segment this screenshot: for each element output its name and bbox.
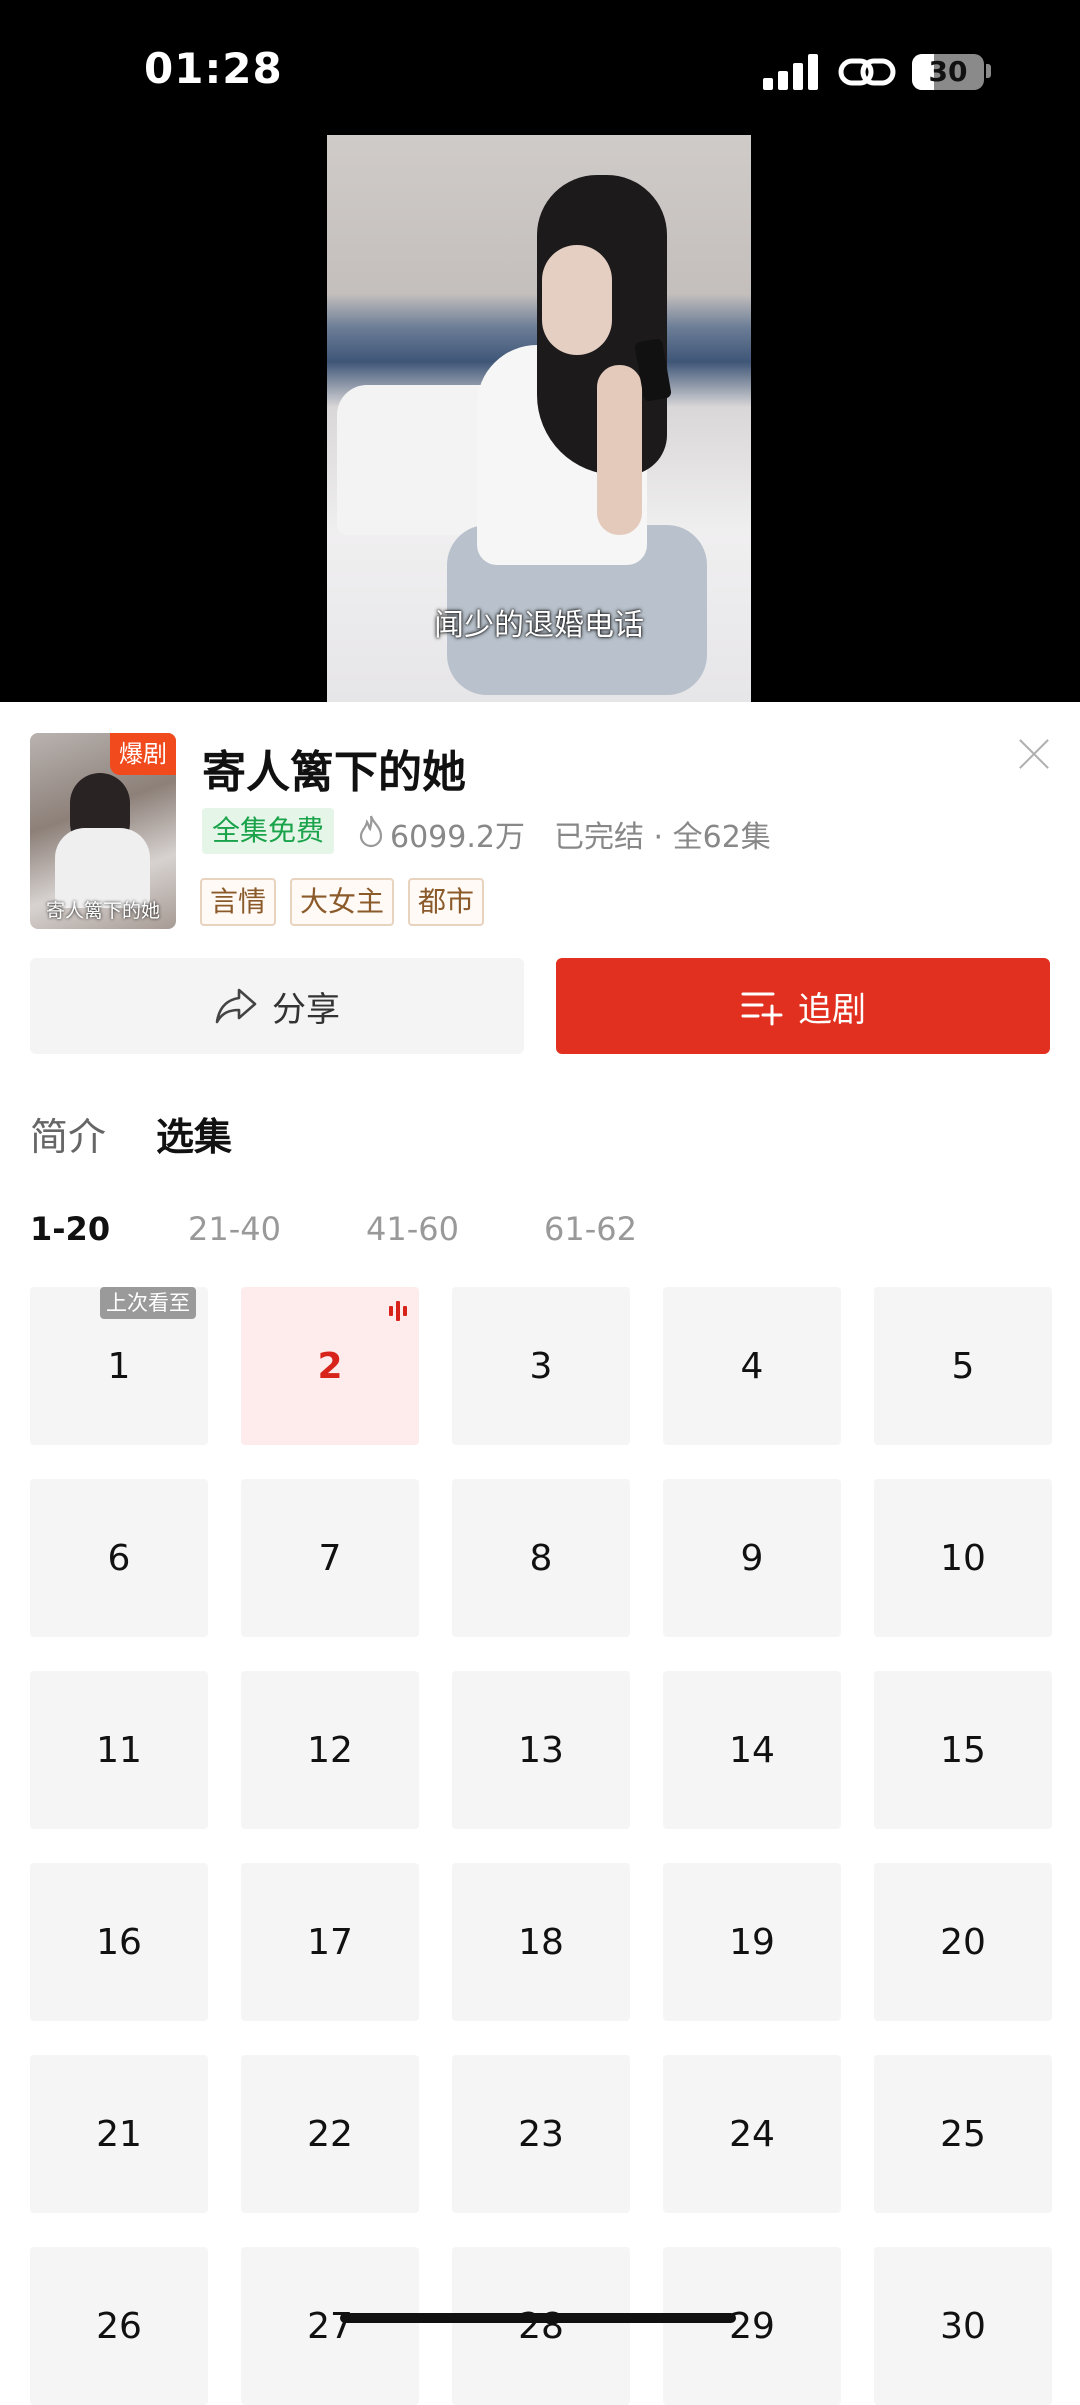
range-tab-1-20[interactable]: 1-20 <box>30 1210 110 1248</box>
episode-cell[interactable]: 21 <box>30 2055 208 2213</box>
episode-number: 9 <box>740 1537 764 1579</box>
range-tab-21-40[interactable]: 21-40 <box>188 1210 281 1248</box>
close-icon[interactable] <box>1014 734 1054 774</box>
episode-number: 3 <box>529 1345 553 1387</box>
episode-number: 8 <box>529 1537 553 1579</box>
episode-cell[interactable]: 8 <box>452 1479 630 1637</box>
episode-number: 19 <box>729 1921 775 1963</box>
episode-cell[interactable]: 26 <box>30 2247 208 2405</box>
tab-intro[interactable]: 简介 <box>30 1106 106 1161</box>
episode-cell[interactable]: 18 <box>452 1863 630 2021</box>
episode-number: 27 <box>307 2305 353 2347</box>
episode-cell[interactable]: 3 <box>452 1287 630 1445</box>
episode-cell[interactable]: 22 <box>241 2055 419 2213</box>
episode-number: 21 <box>96 2113 142 2155</box>
video-figure-face <box>542 245 612 355</box>
episode-status: 已完结 · 全62集 <box>554 820 771 855</box>
share-label: 分享 <box>272 989 340 1030</box>
status-time: 01:28 <box>144 44 283 93</box>
episode-cell[interactable]: 16 <box>30 1863 208 2021</box>
episode-grid: 1 上次看至 2 3 4 5 6 7 8 9 10 11 12 13 14 15 16 17 18 19 20 21 22 2… <box>30 1287 1054 2405</box>
episode-number: 18 <box>518 1921 564 1963</box>
share-icon <box>215 988 257 1024</box>
playing-icon <box>387 1299 409 1321</box>
episode-cell[interactable]: 10 <box>874 1479 1052 1637</box>
episode-number: 13 <box>518 1729 564 1771</box>
tag-heroine[interactable]: 大女主 <box>290 878 395 926</box>
episode-number: 14 <box>729 1729 775 1771</box>
episode-cell[interactable]: 1 上次看至 <box>30 1287 208 1445</box>
battery-icon: 30 <box>912 54 984 90</box>
episode-cell[interactable]: 29 <box>663 2247 841 2405</box>
range-tab-41-60[interactable]: 41-60 <box>366 1210 459 1248</box>
episode-cell[interactable]: 5 <box>874 1287 1052 1445</box>
poster-hot-badge: 爆剧 <box>110 733 176 775</box>
episode-cell[interactable]: 2 <box>241 1287 419 1445</box>
battery-level: 30 <box>928 55 968 88</box>
share-button[interactable]: 分享 <box>30 958 524 1054</box>
episode-cell[interactable]: 17 <box>241 1863 419 2021</box>
add-to-list-icon <box>741 992 783 1026</box>
battery-tip <box>986 64 991 78</box>
episode-cell[interactable]: 20 <box>874 1863 1052 2021</box>
episode-cell[interactable]: 24 <box>663 2055 841 2213</box>
link-icon <box>838 58 896 86</box>
episode-number: 28 <box>518 2305 564 2347</box>
episode-number: 6 <box>107 1537 131 1579</box>
episode-number: 22 <box>307 2113 353 2155</box>
video-player[interactable]: 01:28 30 闻少的退婚电话 <box>0 0 1080 702</box>
episode-number: 20 <box>940 1921 986 1963</box>
poster-title: 寄人篱下的她 <box>45 900 160 922</box>
episode-number: 15 <box>940 1729 986 1771</box>
episode-cell[interactable]: 30 <box>874 2247 1052 2405</box>
episode-number: 2 <box>317 1345 343 1387</box>
fire-icon <box>359 815 383 848</box>
episode-number: 30 <box>940 2305 986 2347</box>
episode-number: 5 <box>951 1345 975 1387</box>
episode-cell[interactable]: 13 <box>452 1671 630 1829</box>
episode-cell[interactable]: 28 <box>452 2247 630 2405</box>
tag-urban[interactable]: 都市 <box>408 878 485 926</box>
episode-number: 26 <box>96 2305 142 2347</box>
episode-cell[interactable]: 6 <box>30 1479 208 1637</box>
episode-number: 10 <box>940 1537 986 1579</box>
follow-button[interactable]: 追剧 <box>556 958 1050 1054</box>
video-subtitle: 闻少的退婚电话 <box>434 608 644 643</box>
view-count: 6099.2万 <box>390 820 525 855</box>
range-tab-61-62[interactable]: 61-62 <box>544 1210 637 1248</box>
video-figure-arm <box>597 365 642 535</box>
home-indicator <box>340 2313 736 2323</box>
follow-label: 追剧 <box>798 989 866 1030</box>
episode-cell[interactable]: 4 <box>663 1287 841 1445</box>
episode-cell[interactable]: 12 <box>241 1671 419 1829</box>
episode-cell[interactable]: 15 <box>874 1671 1052 1829</box>
episode-cell[interactable]: 19 <box>663 1863 841 2021</box>
episode-number: 17 <box>307 1921 353 1963</box>
drama-title: 寄人篱下的她 <box>202 747 466 798</box>
episode-cell[interactable]: 27 <box>241 2247 419 2405</box>
episode-number: 23 <box>518 2113 564 2155</box>
episode-cell[interactable]: 25 <box>874 2055 1052 2213</box>
tab-episodes[interactable]: 选集 <box>156 1106 232 1161</box>
episode-number: 29 <box>729 2305 775 2347</box>
episode-number: 1 <box>107 1345 131 1387</box>
episode-cell[interactable]: 14 <box>663 1671 841 1829</box>
episode-number: 16 <box>96 1921 142 1963</box>
tag-romance[interactable]: 言情 <box>200 878 277 926</box>
episode-cell[interactable]: 11 <box>30 1671 208 1829</box>
episode-number: 24 <box>729 2113 775 2155</box>
last-watched-badge: 上次看至 <box>100 1287 196 1319</box>
tag-list: 言情 大女主 都市 <box>200 878 485 926</box>
free-badge: 全集免费 <box>202 808 335 854</box>
episode-number: 12 <box>307 1729 353 1771</box>
episode-number: 7 <box>318 1537 342 1579</box>
episode-cell[interactable]: 9 <box>663 1479 841 1637</box>
episode-number: 25 <box>940 2113 986 2155</box>
signal-icon <box>763 54 819 90</box>
episode-number: 4 <box>740 1345 764 1387</box>
episode-cell[interactable]: 23 <box>452 2055 630 2213</box>
episode-number: 11 <box>96 1729 142 1771</box>
drama-poster[interactable]: 爆剧 寄人篱下的她 <box>30 733 176 929</box>
episode-cell[interactable]: 7 <box>241 1479 419 1637</box>
